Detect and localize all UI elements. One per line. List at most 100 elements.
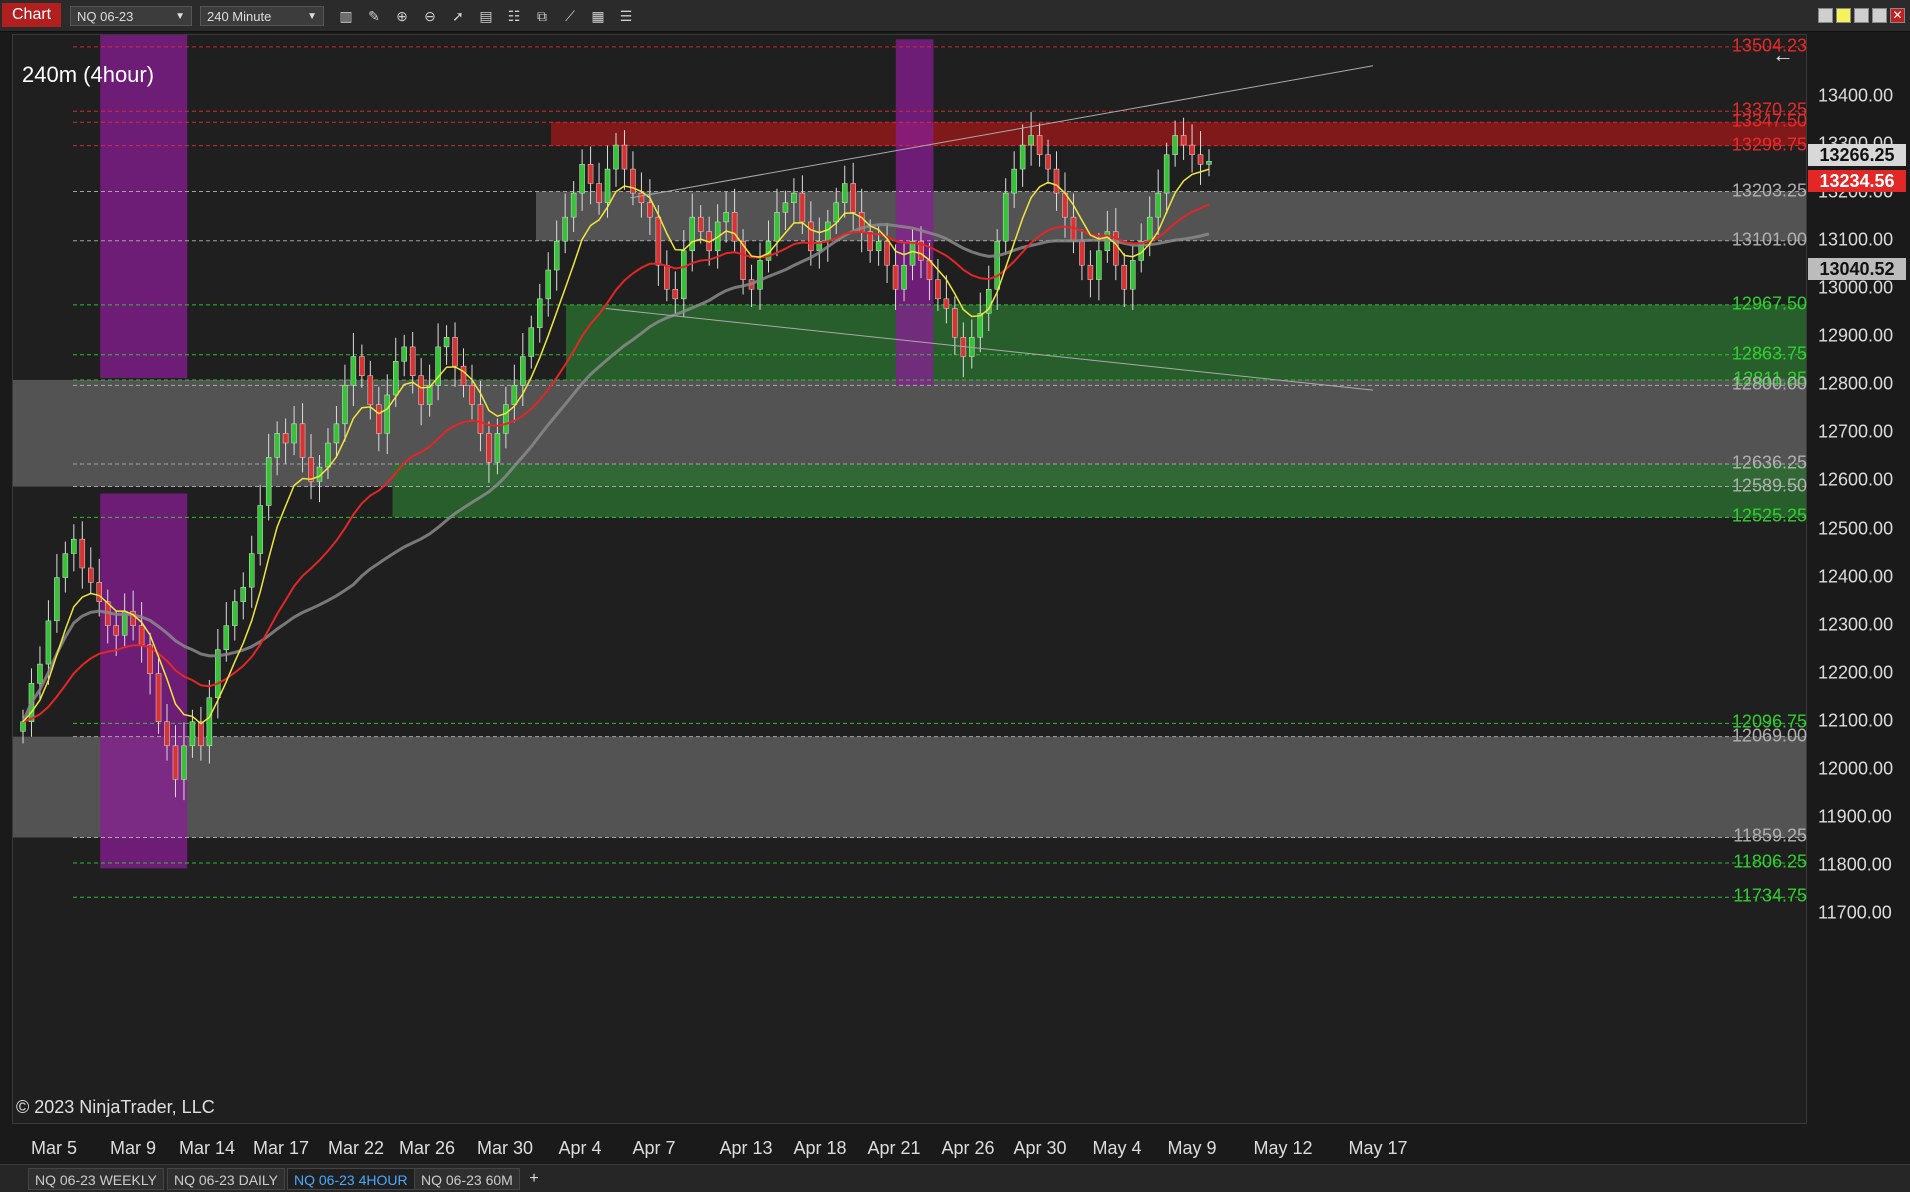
candle-body [1011,168,1017,194]
candle-body [469,385,475,405]
candle-body [808,221,814,252]
tab-4hour[interactable]: NQ 06-23 4HOUR [287,1168,415,1190]
tile-icon[interactable] [1818,8,1833,23]
y-tick-label: 11700.00 [1818,902,1892,923]
candle-body [977,313,984,338]
zone-demand-2 [566,304,1806,380]
pointer-icon[interactable]: ➚ [448,7,468,25]
candle-body [841,183,848,203]
interval-selector-value: 240 Minute [207,9,272,24]
candle-body [884,240,890,266]
level-label: 11859.25 [1733,825,1807,846]
chart-tab-bar: NQ 06-23 WEEKLY NQ 06-23 DAILY NQ 06-23 … [0,1164,1910,1192]
add-tab-button[interactable]: + [524,1168,544,1190]
templates-icon[interactable]: ▦ [588,7,608,25]
x-tick-label: Mar 5 [30,1138,78,1158]
candle-body [359,356,365,376]
y-tick-label: 12800.00 [1818,373,1894,394]
sma-price-label: 13040.52 [1808,257,1906,280]
highlight-icon[interactable] [1836,8,1851,23]
candle-body [181,745,187,780]
level-label: 12589.50 [1731,475,1807,496]
candle-body [409,346,416,376]
price-axis[interactable]: 13400.0013300.0013200.0013100.0013000.00… [1808,34,1910,1124]
candle-body [655,216,662,266]
zoom-in-icon[interactable]: ⊕ [392,7,412,25]
x-tick-label: Apr 4 [558,1138,602,1158]
candle-body [613,144,619,170]
y-tick-label: 11800.00 [1818,854,1892,875]
candle-body [1172,135,1178,155]
candle-body [299,423,306,458]
candle-body [1087,264,1094,280]
candle-body [282,433,289,444]
tab-60m[interactable]: NQ 06-23 60M [414,1168,520,1190]
candle-body [45,620,52,665]
candle-body [638,192,645,203]
tab-daily[interactable]: NQ 06-23 DAILY [167,1168,286,1190]
y-tick-label: 12000.00 [1818,758,1894,779]
y-tick-label: 12300.00 [1818,614,1894,635]
candle-body [952,308,958,338]
y-tick-label: 11900.00 [1818,806,1892,827]
candle-body [384,394,391,434]
current-price-label: 13266.25 [1808,143,1906,166]
chart-canvas [13,35,1806,898]
candle-body [257,505,263,554]
candle-body [545,269,551,300]
candle-body [1155,192,1161,218]
candle-body [426,385,433,405]
zoom-out-icon[interactable]: ⊖ [420,7,440,25]
x-tick-label: Apr 7 [632,1138,676,1158]
candle-body [604,168,611,203]
bar-type-icon[interactable]: ▥ [336,7,356,25]
properties-icon[interactable]: ☷ [504,7,524,25]
minimize-icon[interactable] [1854,8,1869,23]
price-chart[interactable] [12,34,1807,1124]
interval-selector[interactable]: 240 Minute ▼ [200,6,324,26]
maximize-icon[interactable] [1872,8,1887,23]
candle-body [994,240,1000,290]
candle-body [1197,154,1204,165]
level-label: 12636.25 [1731,452,1807,473]
time-axis[interactable]: Mar 5 Mar 9 Mar 14 Mar 17 Mar 22 Mar 26 Mar 30… [12,1124,1807,1164]
candle-body [71,538,77,554]
candle-body [392,361,399,396]
chart-toolbar: Chart NQ 06-23 ▼ 240 Minute ▼ ▥ ✎ ⊕ ⊖ ➚ … [0,0,1910,32]
level-label: 11734.75 [1733,885,1807,906]
candle-body [113,625,119,636]
data-box-icon[interactable]: ▤ [476,7,496,25]
candle-body [460,365,467,386]
instrument-selector-value: NQ 06-23 [77,9,134,24]
session-highlight-1 [100,493,188,869]
candle-body [1180,135,1187,146]
level-label: 13101.00 [1731,229,1807,250]
candle-body [791,192,797,203]
candle-body [291,423,297,444]
candle-body [664,264,670,290]
y-tick-label: 12400.00 [1818,566,1894,587]
candle-body [248,553,255,588]
candle-body [782,202,789,213]
x-tick-label: Mar 30 [476,1138,534,1158]
instrument-selector[interactable]: NQ 06-23 ▼ [70,6,192,26]
candle-body [486,433,492,463]
candle-body [418,375,424,405]
candle-body [20,721,26,732]
close-icon[interactable]: ✕ [1890,8,1905,23]
strategies-icon[interactable]: ⧉ [532,7,552,25]
list-icon[interactable]: ☰ [616,7,636,25]
candle-body [1146,216,1153,242]
draw-pencil-icon[interactable]: ✎ [364,7,384,25]
x-tick-label: May 4 [1092,1138,1142,1158]
candle-body [54,577,60,622]
candle-body [570,192,577,218]
chart-badge[interactable]: Chart [2,3,62,27]
level-label: 12069.00 [1731,725,1807,746]
candle-body [37,663,43,684]
drawing-tools-icon[interactable]: ⟋ [560,7,580,25]
tab-weekly[interactable]: NQ 06-23 WEEKLY [28,1168,164,1190]
candle-body [1019,144,1026,170]
candle-body [240,586,247,602]
candle-body [1130,260,1136,290]
